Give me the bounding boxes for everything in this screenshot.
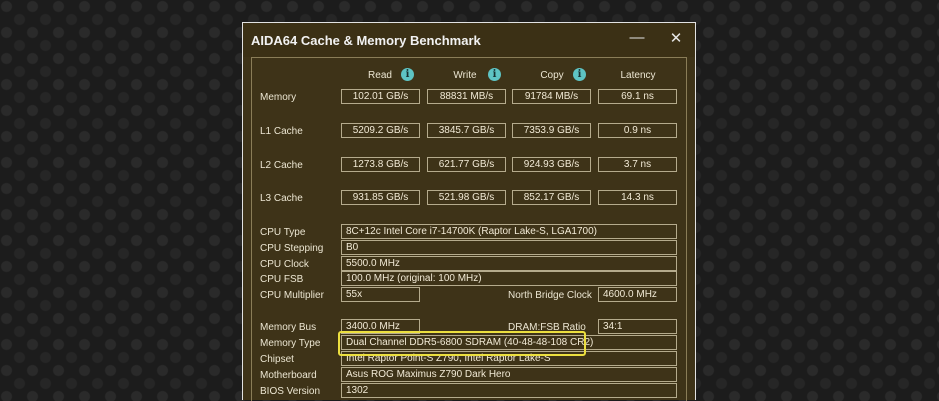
cpu-clock-value: 5500.0 MHz [341,256,677,271]
l1-read-value: 5209.2 GB/s [341,123,420,138]
dram-fsb-ratio-value: 34:1 [598,319,677,334]
memory-latency-value: 69.1 ns [598,89,677,104]
l2-latency-value: 3.7 ns [598,157,677,172]
row-label-l2-cache: L2 Cache [260,160,303,171]
cpu-multiplier-value: 55x [341,287,420,302]
row-label-l1-cache: L1 Cache [260,126,303,137]
l1-copy-value: 7353.9 GB/s [512,123,591,138]
copy-info-icon[interactable]: i [573,68,586,81]
cpu-fsb-value: 100.0 MHz (original: 100 MHz) [341,271,677,286]
read-info-icon[interactable]: i [401,68,414,81]
l3-latency-value: 14.3 ns [598,190,677,205]
window-title: AIDA64 Cache & Memory Benchmark [251,33,481,48]
l3-write-value: 521.98 GB/s [427,190,506,205]
cpu-type-value: 8C+12c Intel Core i7-14700K (Raptor Lake… [341,224,677,239]
cpu-stepping-label: CPU Stepping [260,243,324,254]
l2-read-value: 1273.8 GB/s [341,157,420,172]
cpu-multiplier-label: CPU Multiplier [260,290,324,301]
close-button[interactable]: ✕ [665,29,687,47]
memory-read-value: 102.01 GB/s [341,89,420,104]
l2-write-value: 621.77 GB/s [427,157,506,172]
motherboard-value: Asus ROG Maximus Z790 Dark Hero [341,367,677,382]
column-header-read: Read [368,70,392,81]
row-label-memory: Memory [260,92,297,103]
l1-write-value: 3845.7 GB/s [427,123,506,138]
row-label-l3-cache: L3 Cache [260,193,303,204]
l1-latency-value: 0.9 ns [598,123,677,138]
memory-type-label: Memory Type [260,338,321,349]
north-bridge-clock-label: North Bridge Clock [508,290,592,301]
l2-copy-value: 924.93 GB/s [512,157,591,172]
column-header-copy: Copy [540,70,564,81]
memory-write-value: 88831 MB/s [427,89,506,104]
north-bridge-clock-value: 4600.0 MHz [598,287,677,302]
minimize-button[interactable]: — [626,29,648,46]
cpu-type-label: CPU Type [260,227,306,238]
cpu-stepping-value: B0 [341,240,677,255]
memory-bus-label: Memory Bus [260,322,317,333]
bios-version-value: 1302 [341,383,677,398]
write-info-icon[interactable]: i [488,68,501,81]
l3-read-value: 931.85 GB/s [341,190,420,205]
column-header-write: Write [453,70,477,81]
l3-copy-value: 852.17 GB/s [512,190,591,205]
bios-version-label: BIOS Version [260,386,321,397]
column-header-latency: Latency [620,70,656,81]
title-bar[interactable]: AIDA64 Cache & Memory Benchmark — ✕ [243,23,695,57]
cpu-fsb-label: CPU FSB [260,274,304,285]
memory-copy-value: 91784 MB/s [512,89,591,104]
memory-type-highlight [338,331,586,356]
chipset-label: Chipset [260,354,294,365]
motherboard-label: Motherboard [260,370,317,381]
cpu-clock-label: CPU Clock [260,259,309,270]
